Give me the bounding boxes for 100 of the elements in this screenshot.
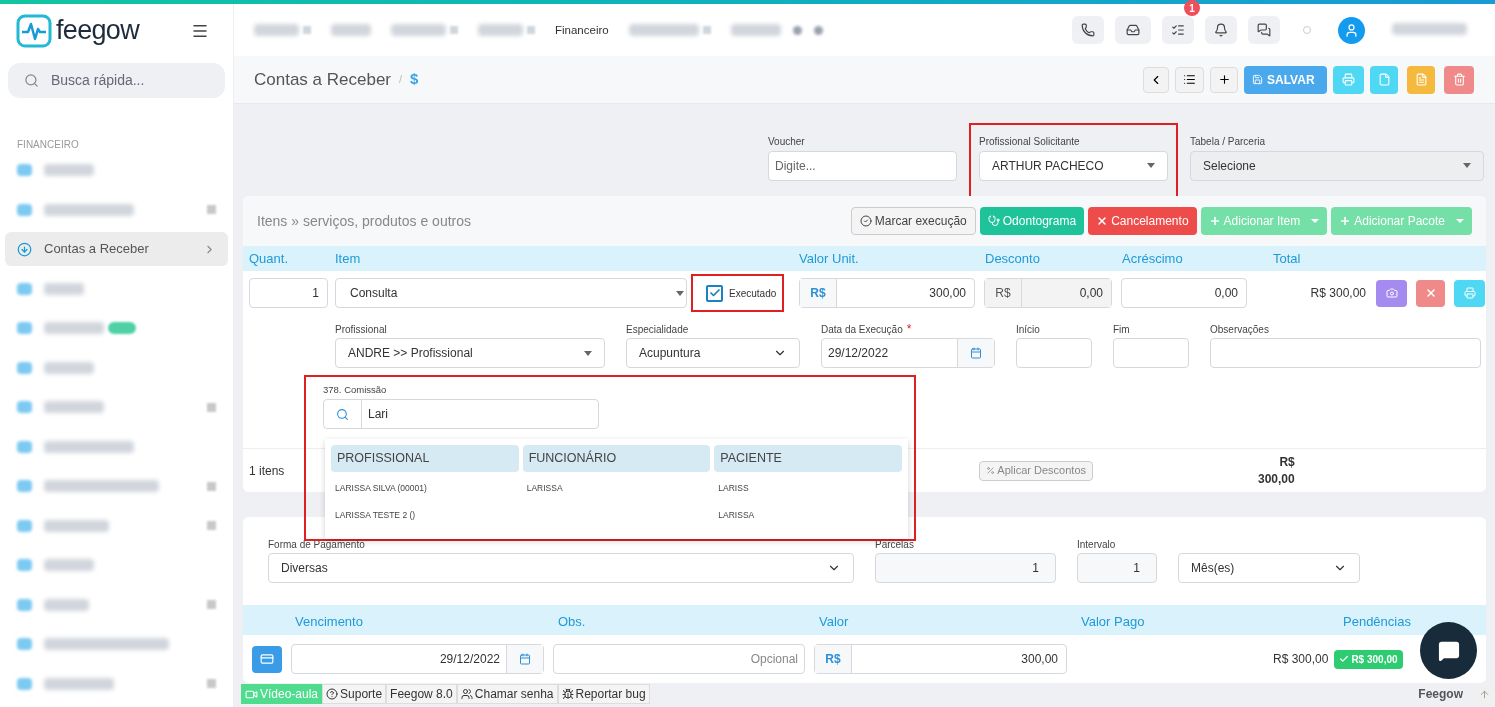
result-item[interactable]: LARISSA SILVA (00001) [335,482,427,493]
nav-link[interactable]: Financeiro [555,21,609,39]
chat-icon [1257,23,1271,38]
plus-icon [1339,215,1352,228]
caret-icon [1147,163,1155,169]
nav-item[interactable] [254,24,311,37]
action-button[interactable]: Cancelamento [1088,207,1197,236]
column-header: Valor Unit. [799,250,859,268]
menu-icon [17,203,32,216]
column-header: Desconto [985,250,1040,268]
column-header: Valor [819,613,849,632]
add-button[interactable] [1210,66,1238,93]
inbox-button[interactable] [1115,16,1151,45]
file-icon [1377,73,1391,87]
close-icon [1096,215,1109,228]
results-column-header: FUNCIONÁRIO [522,445,711,473]
remove-button[interactable] [1416,279,1445,307]
check-circle-icon [859,215,872,228]
nav-item[interactable] [478,24,535,37]
phone-icon [1081,23,1095,38]
nav-icon[interactable] [792,25,802,35]
back-button[interactable] [1143,66,1169,93]
print-button[interactable] [1333,65,1364,94]
result-item[interactable]: LARISSA [526,482,563,493]
tasks-button[interactable] [1162,16,1194,45]
field-label: 378. Comissão [323,383,388,398]
executed-checkbox[interactable] [706,284,723,302]
bell-icon [1214,23,1228,38]
footer-button[interactable]: Suporte [322,684,387,705]
end-field[interactable] [1113,338,1189,369]
delete-button[interactable] [1444,65,1474,94]
column-header: Item [335,250,361,268]
caret-icon [1463,163,1471,169]
value-field[interactable]: R$ 300,00 [814,644,1067,675]
arrow-up-icon [1478,688,1490,700]
payment-method-select[interactable]: Diversas [268,553,854,584]
select-field[interactable]: ARTHUR PACHECO [979,150,1168,181]
field-label: Tabela / Parceria [1190,135,1266,150]
bell-button[interactable] [1205,16,1237,45]
notes-field[interactable] [1210,338,1481,369]
discount-field[interactable]: R$ 0,00 [984,278,1112,309]
unit-price-field[interactable]: R$ 300,00 [799,278,975,309]
menu-icon [17,598,32,611]
result-item[interactable]: LARISS [718,482,749,493]
phone-button[interactable] [1072,16,1104,45]
action-button[interactable]: Marcar execução [850,207,976,236]
footer-button[interactable]: Chamar senha [456,684,558,705]
installments-field[interactable]: 1 [875,553,1056,584]
calendar-icon [970,347,982,360]
document-button[interactable] [1370,65,1398,94]
due-date-field[interactable]: 29/12/2022 [291,644,544,675]
menu-icon [17,519,32,532]
caret-icon [676,290,684,296]
redacted-label [331,24,371,37]
search-icon [336,407,349,421]
menu-icon [303,26,311,35]
sidebar-item[interactable]: Contas a Receber [5,232,228,266]
voucher-field[interactable]: Digite... [768,150,957,181]
footer-button[interactable]: Feegow 8.0 [386,684,457,705]
start-field[interactable] [1016,338,1092,369]
field-label: Forma de Pagamento [268,537,365,552]
caret-icon [1311,219,1320,224]
chat-button[interactable] [1248,16,1280,45]
interval-field[interactable]: 1 [1077,553,1157,584]
nav-item[interactable] [730,24,781,37]
nav-item[interactable] [331,24,371,37]
addition-field[interactable]: 0,00 [1121,278,1247,309]
pdf-button[interactable] [1407,65,1435,94]
notes-field[interactable]: Opcional [553,644,805,675]
list-button[interactable] [1175,66,1204,93]
nav-item[interactable] [628,24,711,37]
menu-icon [527,26,535,35]
file-icon [1414,73,1428,87]
card-button[interactable] [252,645,282,673]
search-field[interactable]: Busca rápida... [8,63,225,98]
chevron-icon [207,521,216,530]
inbox-icon [1126,23,1140,38]
menu-icon [17,677,32,690]
specialty-select[interactable]: Acupuntura [626,338,800,369]
nav-icon[interactable] [813,25,823,35]
column-header: Obs. [558,613,586,632]
menu-icon [17,559,32,571]
avatar[interactable] [1338,16,1365,44]
section-heading: FINANCEIRO [17,139,79,150]
professional-select[interactable]: ANDRE >> Profissional [335,338,605,369]
commission-search-field[interactable]: Lari [323,399,599,430]
camera-button[interactable] [1376,279,1407,307]
redacted-label [44,322,104,334]
menu-icon [17,401,32,413]
field-label: Especialidade [626,322,689,337]
footer-button[interactable]: Reportar bug [557,684,650,705]
print-button[interactable] [1454,279,1485,307]
date-field[interactable]: 29/12/2022 [821,338,995,369]
redacted-label [44,519,109,532]
item-field[interactable]: Consulta [335,278,687,309]
nav-item[interactable] [391,24,458,37]
interval-unit-select[interactable]: Mês(es) [1178,553,1360,584]
result-item[interactable]: LARISSA TESTE 2 () [335,509,416,520]
result-item[interactable]: LARISSA [718,509,755,520]
plus-icon [1217,73,1231,87]
